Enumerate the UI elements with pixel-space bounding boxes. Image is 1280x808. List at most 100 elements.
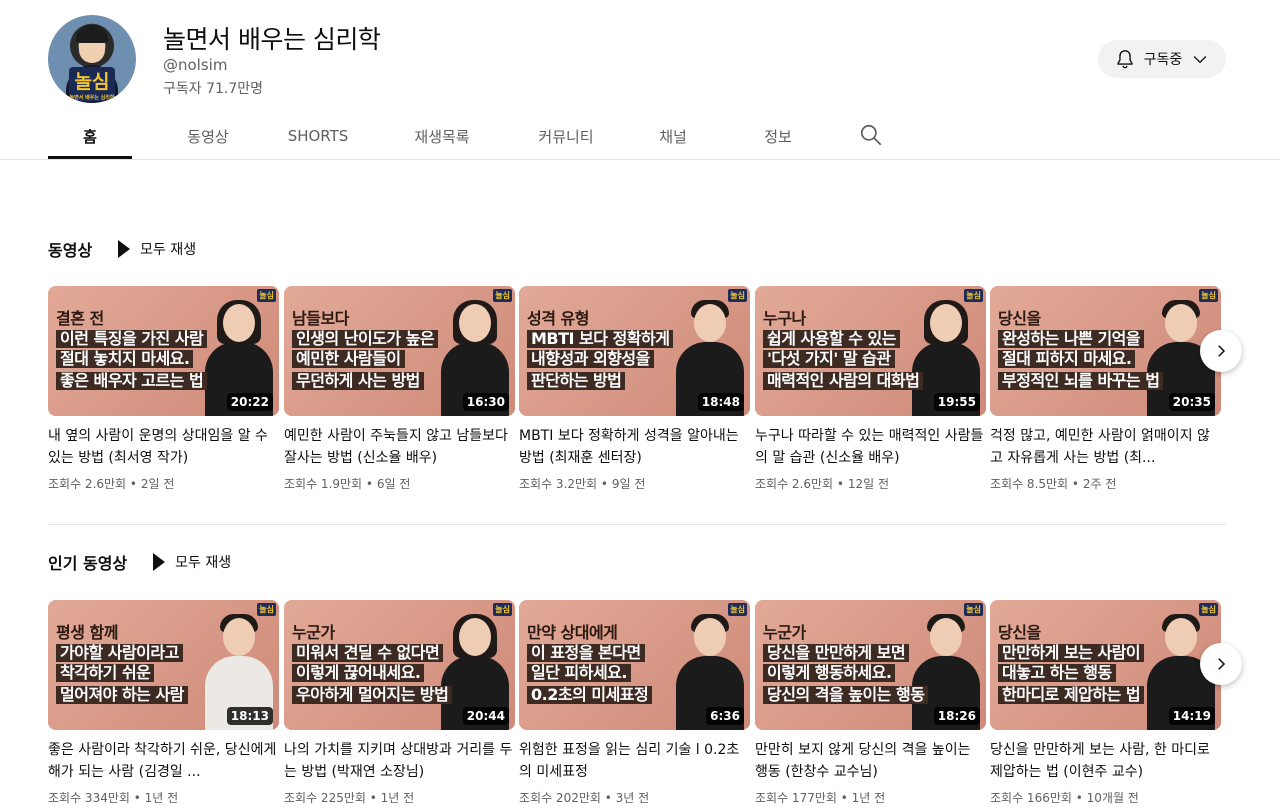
video-card[interactable]: 놀심 결혼 전 이런 특징을 가진 사람 절대 놓치지 마세요. 좋은 배우자 고르는 … [48, 286, 279, 492]
avatar-logo: 놀심 놀면서 배우는 심리학 [69, 67, 115, 101]
video-meta: 조회수 2.6만회 • 12일 전 [755, 475, 986, 492]
person-head [459, 304, 491, 342]
thumbnail-caption-line: 당신을 [998, 623, 1041, 642]
person-head [223, 618, 255, 656]
video-title[interactable]: 예민한 사람이 주눅들지 않고 남들보다 잘사는 방법 (신소율 배우) [284, 425, 515, 469]
video-card[interactable]: 놀심 성격 유형 MBTI 보다 정확하게 내향성과 외향성을 판단하는 방법 18:48… [519, 286, 750, 492]
channel-avatar[interactable]: 놀심 놀면서 배우는 심리학 [48, 15, 136, 103]
video-title[interactable]: 누구나 따라할 수 있는 매력적인 사람들의 말 습관 (신소율 배우) [755, 425, 986, 469]
video-card[interactable]: 놀심 평생 함께 가야할 사람이라고 착각하기 쉬운 멀어져야 하는 사람 18:13 좋은… [48, 600, 279, 806]
video-title[interactable]: 나의 가치를 지키며 상대방과 거리를 두는 방법 (박재연 소장님) [284, 739, 515, 783]
video-age: 10개월 전 [1086, 791, 1139, 805]
video-views: 조회수 166만회 [990, 791, 1072, 805]
video-card[interactable]: 놀심 당신을 만만하게 보는 사람이 대놓고 하는 행동 한마디로 제압하는 법 14:1… [990, 600, 1221, 806]
shelf-next-button[interactable] [1200, 330, 1242, 372]
video-title[interactable]: 만만히 보지 않게 당신의 격을 높이는 행동 (한창수 교수님) [755, 739, 986, 783]
tab-about[interactable]: 정보 [750, 114, 806, 158]
tab-community[interactable]: 커뮤니티 [514, 114, 618, 158]
thumbnail-caption-line: 이렇게 행동하세요. [763, 664, 896, 682]
thumbnail-caption-line: 이 표정을 본다면 [527, 644, 645, 662]
video-title[interactable]: 걱정 많고, 예민한 사람이 얽매이지 않고 자유롭게 사는 방법 (최... [990, 425, 1221, 469]
video-thumbnail[interactable]: 놀심 결혼 전 이런 특징을 가진 사람 절대 놓치지 마세요. 좋은 배우자 고르는 … [48, 286, 279, 416]
section-title: 동영상 [48, 241, 93, 260]
video-title[interactable]: 위험한 표정을 읽는 심리 기술 l 0.2초의 미세표정 [519, 739, 750, 783]
video-card[interactable]: 놀심 누구나 쉽게 사용할 수 있는 '다섯 가지' 말 습관 매력적인 사람의 대화법… [755, 286, 986, 492]
video-age: 1년 전 [851, 791, 886, 805]
video-title[interactable]: 내 옆의 사람이 운명의 상대임을 알 수 있는 방법 (최서영 작가) [48, 425, 279, 469]
thumbnail-caption-line: 대놓고 하는 행동 [998, 664, 1116, 682]
shelf-next-button[interactable] [1200, 643, 1242, 685]
video-thumbnail[interactable]: 놀심 만약 상대에게 이 표정을 본다면 일단 피하세요. 0.2초의 미세표정 6:36 [519, 600, 750, 730]
thumbnail-caption-line: 이런 특징을 가진 사람 [56, 330, 208, 348]
video-age: 12일 전 [847, 477, 889, 491]
video-card[interactable]: 놀심 남들보다 인생의 난이도가 높은 예민한 사람들이 무던하게 사는 방법 16:30… [284, 286, 515, 492]
video-title[interactable]: 좋은 사람이라 착각하기 쉬운, 당신에게 해가 되는 사람 (김경일 ... [48, 739, 279, 783]
video-age: 6일 전 [376, 477, 411, 491]
channel-logo-badge: 놀심 [728, 603, 747, 616]
video-thumbnail[interactable]: 놀심 당신을 완성하는 나쁜 기억을 절대 피하지 마세요. 부정적인 뇌를 바꾸는 법… [990, 286, 1221, 416]
video-age: 9일 전 [611, 477, 646, 491]
video-age: 1년 전 [144, 791, 179, 805]
tab-playlists-label: 재생목록 [414, 127, 470, 146]
video-thumbnail[interactable]: 놀심 당신을 만만하게 보는 사람이 대놓고 하는 행동 한마디로 제압하는 법 14:1… [990, 600, 1221, 730]
thumbnail-caption-line: 인생의 난이도가 높은 [292, 330, 439, 348]
video-duration: 14:19 [1168, 707, 1215, 725]
tabs-divider [0, 159, 1280, 160]
video-views: 조회수 8.5만회 [990, 477, 1069, 491]
video-meta: 조회수 8.5만회 • 2주 전 [990, 475, 1221, 492]
tab-channels[interactable]: 채널 [638, 114, 708, 158]
thumbnail-caption-line: 일단 피하세요. [527, 664, 631, 682]
play-all-button[interactable]: 모두 재생 [153, 552, 231, 572]
video-meta: 조회수 177만회 • 1년 전 [755, 789, 986, 806]
thumbnail-caption-line: 결혼 전 [56, 309, 104, 328]
thumbnail-caption-line: 완성하는 나쁜 기억을 [998, 330, 1145, 348]
video-age: 2주 전 [1082, 477, 1117, 491]
tab-home[interactable]: 홈 [48, 114, 132, 159]
bell-icon [1117, 50, 1133, 69]
meta-separator: • [362, 477, 377, 491]
channel-logo-badge: 놀심 [964, 603, 983, 616]
tab-about-label: 정보 [764, 127, 792, 146]
thumbnail-caption-line: 부정적인 뇌를 바꾸는 법 [998, 372, 1164, 390]
video-thumbnail[interactable]: 놀심 누구나 쉽게 사용할 수 있는 '다섯 가지' 말 습관 매력적인 사람의 대화법… [755, 286, 986, 416]
video-meta: 조회수 202만회 • 3년 전 [519, 789, 750, 806]
tab-videos[interactable]: 동영상 [152, 114, 264, 158]
tab-shorts[interactable]: SHORTS [272, 114, 364, 158]
video-card[interactable]: 놀심 만약 상대에게 이 표정을 본다면 일단 피하세요. 0.2초의 미세표정 6:36… [519, 600, 750, 806]
video-duration: 19:55 [933, 393, 980, 411]
video-thumbnail[interactable]: 놀심 평생 함께 가야할 사람이라고 착각하기 쉬운 멀어져야 하는 사람 18:13 [48, 600, 279, 730]
video-age: 3년 전 [615, 791, 650, 805]
thumbnail-caption-line: 0.2초의 미세표정 [527, 686, 653, 704]
video-views: 조회수 225만회 [284, 791, 366, 805]
person-head [223, 304, 255, 342]
video-title[interactable]: 당신을 만만하게 보는 사람, 한 마디로 제압하는 법 (이현주 교수) [990, 739, 1221, 783]
video-thumbnail[interactable]: 놀심 누군가 당신을 만만하게 보면 이렇게 행동하세요. 당신의 격을 높이는 행동 1… [755, 600, 986, 730]
video-thumbnail[interactable]: 놀심 성격 유형 MBTI 보다 정확하게 내향성과 외향성을 판단하는 방법 18:48 [519, 286, 750, 416]
tab-playlists[interactable]: 재생목록 [388, 114, 496, 158]
avatar-logo-text: 놀심 [74, 71, 110, 93]
thumbnail-caption-line: 한마디로 제압하는 법 [998, 686, 1145, 704]
thumbnail-caption-line: 누구나 [763, 309, 806, 328]
channel-logo-badge: 놀심 [257, 289, 276, 302]
video-meta: 조회수 2.6만회 • 2일 전 [48, 475, 279, 492]
thumbnail-caption-line: 누군가 [292, 623, 335, 642]
chevron-down-icon [1194, 56, 1207, 64]
video-views: 조회수 3.2만회 [519, 477, 598, 491]
video-views: 조회수 202만회 [519, 791, 601, 805]
video-title[interactable]: MBTI 보다 정확하게 성격을 알아내는 방법 (최재훈 센터장) [519, 425, 750, 469]
channel-logo-badge: 놀심 [257, 603, 276, 616]
video-card[interactable]: 놀심 누군가 미워서 견딜 수 없다면 이렇게 끊어내세요. 우아하게 멀어지는 방법 2… [284, 600, 515, 806]
play-all-button[interactable]: 모두 재생 [118, 239, 196, 259]
person-head [930, 618, 962, 656]
search-icon [860, 124, 882, 146]
subscribe-button[interactable]: 구독중 [1098, 40, 1226, 78]
thumbnail-caption-line: 착각하기 쉬운 [56, 664, 155, 682]
thumbnail-caption-line: 미워서 견딜 수 없다면 [292, 644, 444, 662]
video-duration: 18:26 [933, 707, 980, 725]
search-tab[interactable] [858, 122, 888, 148]
video-card[interactable]: 놀심 당신을 완성하는 나쁜 기억을 절대 피하지 마세요. 부정적인 뇌를 바꾸는 법… [990, 286, 1221, 492]
person-head [1165, 618, 1197, 656]
video-thumbnail[interactable]: 놀심 남들보다 인생의 난이도가 높은 예민한 사람들이 무던하게 사는 방법 16:30 [284, 286, 515, 416]
video-card[interactable]: 놀심 누군가 당신을 만만하게 보면 이렇게 행동하세요. 당신의 격을 높이는 행동 1… [755, 600, 986, 806]
video-thumbnail[interactable]: 놀심 누군가 미워서 견딜 수 없다면 이렇게 끊어내세요. 우아하게 멀어지는 방법 2… [284, 600, 515, 730]
